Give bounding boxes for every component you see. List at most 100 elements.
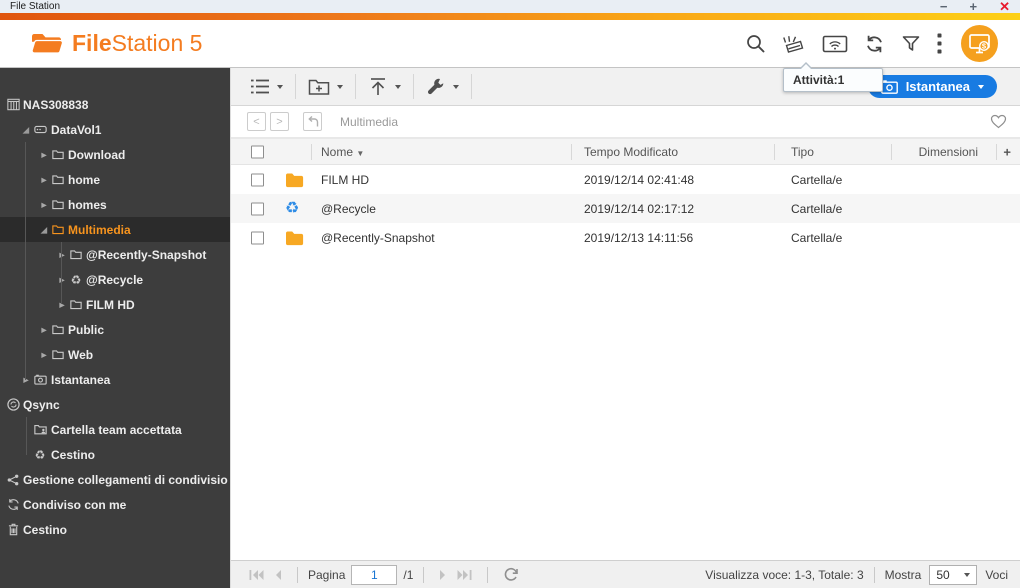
page-label: Pagina xyxy=(308,567,346,582)
file-row-recently-snapshot[interactable]: @Recently-Snapshot 2019/12/13 14:11:56 Car… xyxy=(231,223,1020,252)
select-all-checkbox[interactable] xyxy=(251,145,264,158)
sidebar-item-label: Cartella team accettata xyxy=(51,422,182,437)
view-mode-button[interactable] xyxy=(243,74,290,100)
expand-icon[interactable]: ▶ xyxy=(56,276,68,284)
sidebar-item-qsync[interactable]: Qsync xyxy=(0,392,230,417)
recycle-icon: ♻ xyxy=(70,272,82,287)
prev-page-icon[interactable] xyxy=(274,569,282,580)
page-size-select[interactable]: 50 xyxy=(929,564,978,585)
sidebar-item-multimedia[interactable]: ◢ Multimedia xyxy=(0,217,230,242)
tree-guide-line xyxy=(26,417,27,455)
sidebar-item-datavol1[interactable]: ◢ DataVol1 xyxy=(0,117,230,142)
new-folder-icon xyxy=(308,78,330,96)
folder-icon xyxy=(51,222,65,238)
expand-icon[interactable]: ▶ xyxy=(38,326,50,334)
chevron-down-icon xyxy=(395,84,401,89)
breadcrumb-path[interactable]: Multimedia xyxy=(340,115,398,129)
sidebar-item-download[interactable]: ▶ Download xyxy=(0,142,230,167)
shared-with-me-icon xyxy=(6,497,20,513)
folder-icon xyxy=(69,297,83,313)
minimize-icon[interactable]: − xyxy=(940,0,948,13)
refresh-list-icon[interactable] xyxy=(503,567,519,582)
add-column-button[interactable]: + xyxy=(1003,144,1011,159)
snapshot-button[interactable]: Istantanea xyxy=(867,75,997,98)
upload-button[interactable] xyxy=(361,74,408,100)
sidebar-item-homes[interactable]: ▶ homes xyxy=(0,192,230,217)
page-input[interactable] xyxy=(351,564,398,585)
sidebar-item-film-hd[interactable]: ▶ FILM HD xyxy=(0,292,230,317)
collapse-icon[interactable]: ◢ xyxy=(38,225,50,234)
up-button[interactable] xyxy=(303,112,322,131)
chevron-down-icon xyxy=(964,572,971,577)
maximize-icon[interactable]: + xyxy=(970,0,978,13)
sidebar-item-nas308838[interactable]: NAS308838 xyxy=(0,92,230,117)
sidebar-item-label: Qsync xyxy=(23,397,60,412)
favorite-icon[interactable] xyxy=(990,114,1007,129)
sidebar-item-recycle[interactable]: ▶ ♻ @Recycle xyxy=(0,267,230,292)
column-header-tipo[interactable]: Tipo xyxy=(791,145,814,159)
new-folder-button[interactable] xyxy=(301,74,350,100)
user-avatar[interactable]: $ xyxy=(961,25,998,62)
folder-icon xyxy=(51,347,65,363)
filter-icon[interactable] xyxy=(901,34,921,54)
tools-button[interactable] xyxy=(419,74,466,100)
more-menu-icon[interactable] xyxy=(937,33,942,54)
column-divider xyxy=(891,144,892,160)
chevron-down-icon xyxy=(337,84,343,89)
sidebar-item-recently-snapshot[interactable]: ▶ @Recently-Snapshot xyxy=(0,242,230,267)
sidebar-item-label: @Recycle xyxy=(86,272,144,287)
file-list-empty-area[interactable] xyxy=(231,252,1020,560)
file-row-recycle[interactable]: ♻ @Recycle 2019/12/14 02:17:12 Cartella/e xyxy=(231,194,1020,223)
sidebar-item-label: Istantanea xyxy=(51,372,111,387)
background-tasks-icon[interactable] xyxy=(782,33,806,55)
sidebar-item-gestione-collegamenti-di-condivisio[interactable]: Gestione collegamenti di condivisio xyxy=(0,467,230,492)
sidebar-item-cestino[interactable]: ♻ Cestino xyxy=(0,442,230,467)
close-icon[interactable]: ✕ xyxy=(999,0,1010,13)
column-header-nome[interactable]: Nome ▼ xyxy=(321,145,364,159)
sidebar-item-cestino[interactable]: Cestino xyxy=(0,517,230,542)
row-checkbox[interactable] xyxy=(251,173,264,186)
sidebar-item-web[interactable]: ▶ Web xyxy=(0,342,230,367)
next-page-icon[interactable] xyxy=(439,569,447,580)
sidebar-item-home[interactable]: ▶ home xyxy=(0,167,230,192)
refresh-icon[interactable] xyxy=(864,34,885,54)
window-titlebar: File Station − + ✕ xyxy=(0,0,1020,13)
items-summary: Visualizza voce: 1-3, Totale: 3 xyxy=(705,567,864,582)
column-header-dimensioni[interactable]: Dimensioni xyxy=(919,145,978,159)
sidebar-item-label: Multimedia xyxy=(68,222,131,237)
collapse-icon[interactable]: ◢ xyxy=(20,125,32,134)
expand-icon[interactable]: ▶ xyxy=(56,251,68,259)
sidebar-item-label: Web xyxy=(68,347,94,362)
column-divider xyxy=(996,144,997,160)
expand-icon[interactable]: ▶ xyxy=(56,301,68,309)
app-logo: FileStation 5 xyxy=(30,30,745,57)
sidebar-item-condiviso-con-me[interactable]: Condiviso con me xyxy=(0,492,230,517)
tree-guide-line xyxy=(25,142,26,380)
forward-button[interactable]: > xyxy=(270,112,289,131)
row-checkbox[interactable] xyxy=(251,231,264,244)
main-panel: < > Multimedia Nome ▼ Tempo Modificato Tip… xyxy=(230,68,1020,588)
expand-icon[interactable]: ▶ xyxy=(20,376,32,384)
back-button[interactable]: < xyxy=(247,112,266,131)
column-header-tempo-modificato[interactable]: Tempo Modificato xyxy=(584,145,678,159)
sidebar-item-public[interactable]: ▶ Public xyxy=(0,317,230,342)
file-row-film-hd[interactable]: FILM HD 2019/12/14 02:41:48 Cartella/e xyxy=(231,165,1020,194)
sidebar-item-label: Cestino xyxy=(23,522,68,537)
last-page-icon[interactable] xyxy=(457,569,472,580)
expand-icon[interactable]: ▶ xyxy=(38,151,50,159)
expand-icon[interactable]: ▶ xyxy=(38,176,50,184)
remote-display-icon[interactable] xyxy=(822,34,848,54)
sidebar-item-cartella-team-accettata[interactable]: Cartella team accettata xyxy=(0,417,230,442)
sidebar-item-istantanea[interactable]: ▶ Istantanea xyxy=(0,367,230,392)
folder-icon xyxy=(51,172,65,188)
breadcrumb-bar: < > Multimedia xyxy=(231,106,1020,138)
folder-fill-icon xyxy=(285,230,304,246)
expand-icon[interactable]: ▶ xyxy=(38,351,50,359)
expand-icon[interactable]: ▶ xyxy=(38,201,50,209)
file-name: FILM HD xyxy=(321,172,369,187)
first-page-icon[interactable] xyxy=(249,569,264,580)
search-icon[interactable] xyxy=(745,33,766,54)
row-checkbox[interactable] xyxy=(251,202,264,215)
file-name: @Recently-Snapshot xyxy=(321,230,435,245)
upload-icon xyxy=(368,77,388,96)
